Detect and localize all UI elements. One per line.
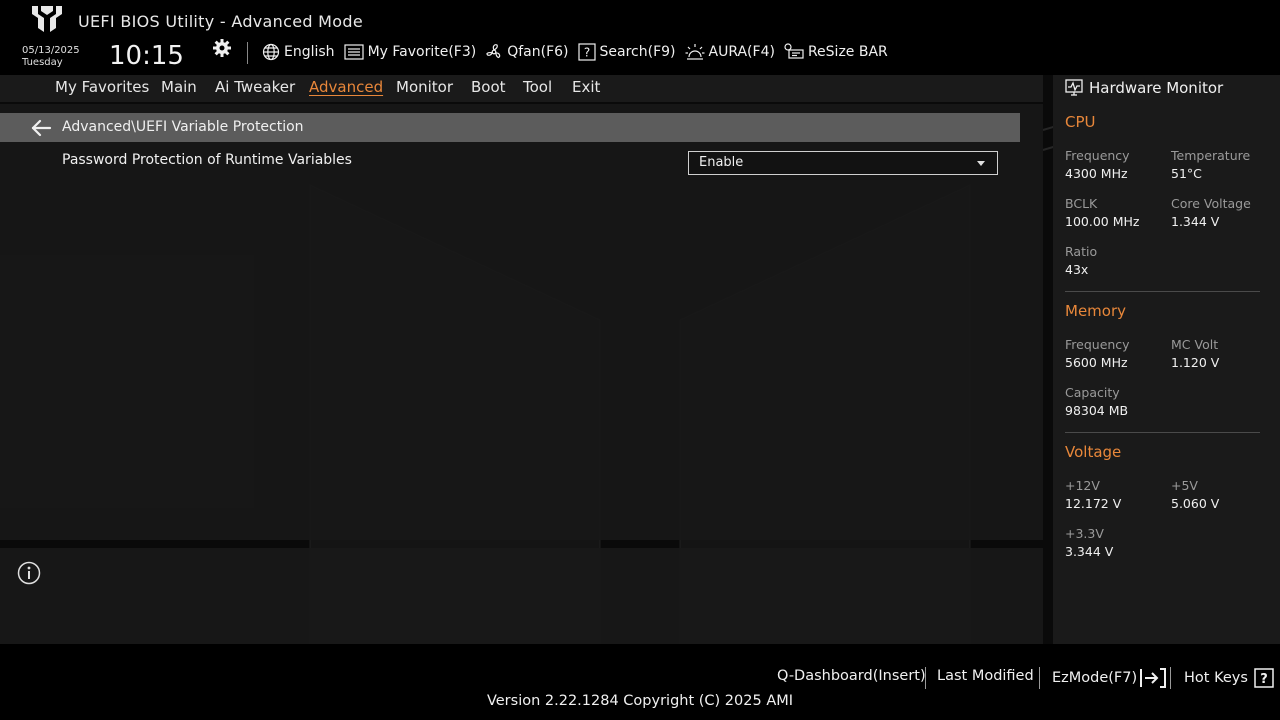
aura-label: AURA(F4) [708,44,775,60]
svg-text:?: ? [583,46,589,60]
version-text: Version 2.22.1284 Copyright (C) 2025 AMI [486,693,794,709]
globe-icon [262,43,280,61]
mc-volt-label: MC Volt [1171,337,1219,352]
qfan-button[interactable]: Qfan(F6) [485,43,569,61]
date-text: 05/13/2025 [22,45,80,56]
tuf-logo-icon [32,6,62,32]
cpu-divider [1065,291,1260,292]
search-label: Search(F9) [599,44,676,60]
toolbar: English My Favorite(F3) Qfan(F6) ? Searc… [262,41,897,63]
resize-bar-label: ReSize BAR [807,44,888,60]
favorite-list-icon [343,44,364,60]
info-icon [17,561,41,585]
cpu-temperature-value: 51°C [1171,166,1202,181]
memory-frequency-value: 5600 MHz [1065,355,1128,370]
tab-ai-tweaker[interactable]: Ai Tweaker [215,78,295,96]
resize-bar-icon [784,43,804,59]
tab-my-favorites[interactable]: My Favorites [55,78,149,96]
ratio-label: Ratio [1065,244,1098,259]
last-modified-label: Last Modified [937,668,1034,684]
search-button[interactable]: ? Search(F9) [577,43,676,61]
capacity-label: Capacity [1065,385,1120,400]
resize-bar-button[interactable]: ReSize BAR [784,43,888,61]
core-voltage-value: 1.344 V [1171,214,1220,229]
chevron-down-icon [977,161,985,166]
aura-light-icon [685,44,704,60]
header-divider [247,42,248,64]
main-nav: My Favorites Main Ai Tweaker Advanced Mo… [0,75,1043,102]
hot-keys-label: Hot Keys [1184,670,1248,686]
monitor-icon [1065,79,1083,96]
q-dashboard-label: Q-Dashboard(Insert) [777,668,926,684]
footer-divider [925,667,926,689]
capacity-value: 98304 MB [1065,403,1129,418]
tab-exit[interactable]: Exit [572,78,600,96]
memory-frequency-label: Frequency [1065,337,1130,352]
day-text: Tuesday [22,57,63,68]
tab-tool[interactable]: Tool [523,78,552,96]
svg-text:?: ? [1260,672,1268,687]
app-title: UEFI BIOS Utility - Advanced Mode [78,12,363,31]
back-arrow-icon[interactable] [30,119,52,137]
last-modified-button[interactable]: Last Modified [937,668,1034,684]
cpu-section-title: CPU [1065,113,1096,131]
breadcrumb: Advanced\UEFI Variable Protection [0,113,1020,142]
hardware-monitor-panel: Hardware Monitor CPU Frequency 4300 MHz … [1053,75,1280,644]
my-favorite-button[interactable]: My Favorite(F3) [343,44,477,60]
v33-value: 3.344 V [1065,544,1114,559]
help-panel [0,548,1043,644]
settings-panel: Advanced\UEFI Variable Protection Passwo… [0,104,1043,540]
memory-divider [1065,432,1260,433]
v12-value: 12.172 V [1065,496,1122,511]
language-label: English [284,44,335,60]
date-display: 05/13/2025 Tuesday [22,45,80,69]
mc-volt-value: 1.120 V [1171,355,1220,370]
tab-main[interactable]: Main [161,78,197,96]
help-icon: ? [1254,668,1274,688]
aura-button[interactable]: AURA(F4) [685,43,775,61]
v5-label: +5V [1171,478,1198,493]
hardware-monitor-title: Hardware Monitor [1065,79,1223,97]
password-protection-select[interactable]: Enable [688,151,998,175]
tab-monitor[interactable]: Monitor [396,78,453,96]
memory-section-title: Memory [1065,302,1127,320]
exit-to-ezmode-icon [1140,668,1167,688]
core-voltage-label: Core Voltage [1171,196,1251,211]
select-value: Enable [699,155,744,170]
tab-boot[interactable]: Boot [471,78,506,96]
qfan-label: Qfan(F6) [507,44,569,60]
q-dashboard-button[interactable]: Q-Dashboard(Insert) [777,668,926,684]
fan-icon [486,44,501,59]
my-favorite-label: My Favorite(F3) [367,44,477,60]
hardware-monitor-label: Hardware Monitor [1089,79,1224,97]
cpu-temperature-label: Temperature [1171,148,1251,163]
help-search-icon: ? [577,43,596,61]
header-bar: UEFI BIOS Utility - Advanced Mode 05/13/… [0,0,1280,75]
cpu-frequency-value: 4300 MHz [1065,166,1128,181]
voltage-section-title: Voltage [1065,443,1122,461]
ezmode-button[interactable]: EzMode(F7) [1052,668,1167,688]
tab-advanced[interactable]: Advanced [309,78,383,96]
v33-label: +3.3V [1065,526,1104,541]
v5-value: 5.060 V [1171,496,1220,511]
ezmode-label: EzMode(F7) [1052,670,1138,686]
footer-bar: Q-Dashboard(Insert) Last Modified EzMode… [0,644,1280,720]
bclk-value: 100.00 MHz [1065,214,1140,229]
bclk-label: BCLK [1065,196,1098,211]
gear-icon[interactable] [212,38,232,58]
breadcrumb-path: Advanced\UEFI Variable Protection [62,119,304,135]
language-button[interactable]: English [262,43,335,61]
footer-divider [1039,667,1040,689]
hot-keys-button[interactable]: Hot Keys ? [1184,668,1274,688]
setting-label-password-protection[interactable]: Password Protection of Runtime Variables [62,152,352,168]
v12-label: +12V [1065,478,1100,493]
cpu-frequency-label: Frequency [1065,148,1130,163]
ratio-value: 43x [1065,262,1089,277]
footer-divider [1170,667,1171,689]
clock-time[interactable]: 10:15 [109,41,184,71]
